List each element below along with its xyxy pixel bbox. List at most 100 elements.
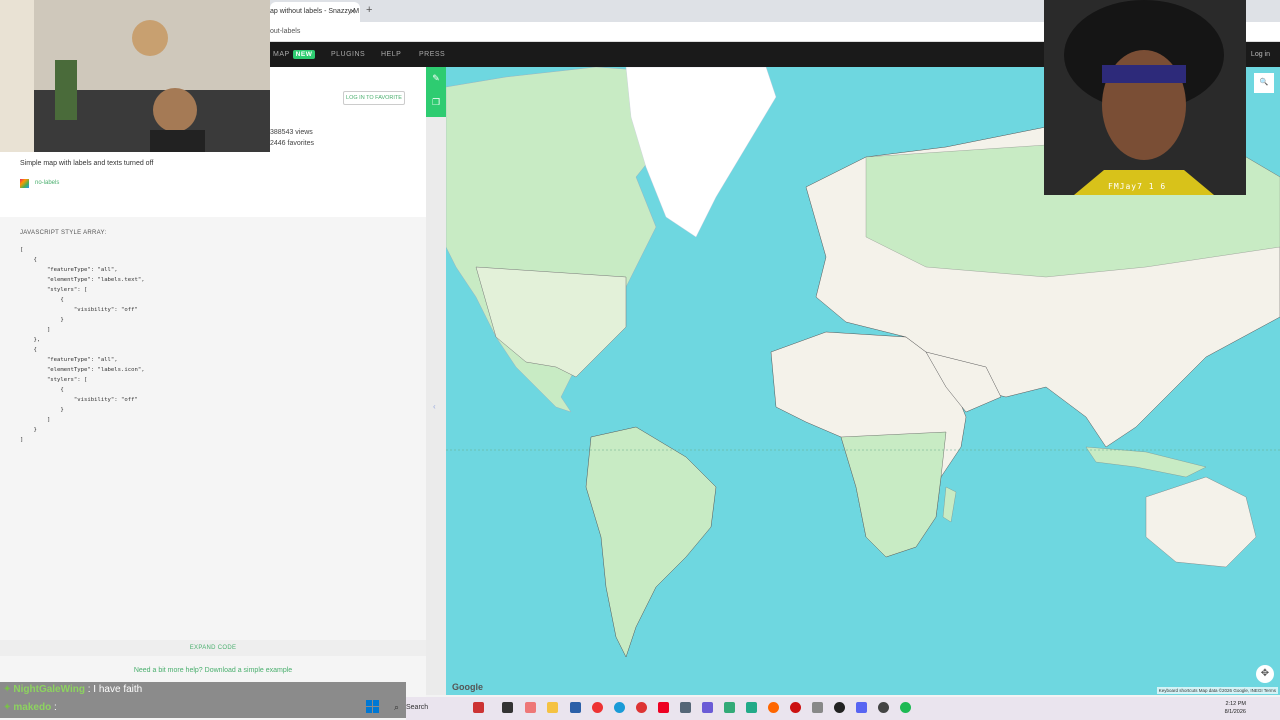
chat-username: makedo xyxy=(13,702,52,713)
avatar-image xyxy=(1044,0,1246,195)
youtube-icon[interactable] xyxy=(658,702,669,713)
panel-divider[interactable] xyxy=(426,117,446,695)
map-search-icon[interactable]: 🔍 xyxy=(1254,73,1274,93)
code-line: "elementType": "labels.text", xyxy=(20,277,145,283)
copy-icon[interactable]: ❐ xyxy=(431,97,441,107)
code-line: "visibility": "off" xyxy=(20,307,138,313)
webcam-image xyxy=(0,0,270,152)
new-badge: NEW xyxy=(292,50,316,59)
clock-date: 8/1/2026 xyxy=(1224,709,1246,715)
style-details-panel: LOG IN TO FAVORITE 388543 views 2446 fav… xyxy=(0,67,426,720)
app-icon[interactable] xyxy=(724,702,735,713)
app-icon[interactable] xyxy=(702,702,713,713)
help-link[interactable]: Need a bit more help? Download a simple … xyxy=(0,667,426,674)
map-attribution[interactable]: Keyboard shortcuts Map data ©2026 Google… xyxy=(1156,687,1278,694)
code-line: { xyxy=(20,257,37,263)
chat-message: ✦ NightGaleWing : I have faith xyxy=(3,684,142,695)
taskbar-clock[interactable]: 2:12 PM 8/1/2026 xyxy=(1225,700,1246,716)
code-line: "stylers": [ xyxy=(20,377,88,383)
code-line: }, xyxy=(20,337,41,343)
discord-icon[interactable] xyxy=(856,702,867,713)
stream-chat: ✦ NightGaleWing : I have faith ✦ makedo : xyxy=(0,682,406,718)
taskbar-search-label: Search xyxy=(406,704,429,711)
map-camera-control-icon[interactable]: ✥ xyxy=(1256,665,1274,683)
clock-time: 2:12 PM xyxy=(1225,701,1246,707)
browser-tab[interactable]: ap without labels - Snazzy M ✕ xyxy=(270,2,360,22)
app-icon[interactable] xyxy=(525,702,536,713)
collapse-arrow-icon[interactable]: ‹ xyxy=(433,402,436,411)
nav-item-help[interactable]: HELP xyxy=(381,51,401,58)
chat-text: : xyxy=(53,702,57,713)
url-text: out-labels xyxy=(270,28,301,35)
new-tab-button[interactable]: + xyxy=(366,4,372,16)
central-africa xyxy=(840,431,947,558)
app-icon[interactable] xyxy=(812,702,823,713)
google-logo: Google xyxy=(452,682,483,692)
app-icon[interactable] xyxy=(502,702,513,713)
edge-icon[interactable] xyxy=(614,702,625,713)
nav-item-map[interactable]: MAP NEW xyxy=(273,50,316,59)
chat-badge-icon: ✦ xyxy=(3,684,12,695)
australia xyxy=(1145,476,1257,568)
tab-title: ap without labels - Snazzy M xyxy=(270,8,360,15)
code-line: "stylers": [ xyxy=(20,287,88,293)
code-line: "elementType": "labels.icon", xyxy=(20,367,145,373)
chat-username: NightGaleWing xyxy=(13,684,85,695)
code-heading: JAVASCRIPT STYLE ARRAY: xyxy=(20,230,107,236)
close-tab-icon[interactable]: ✕ xyxy=(349,7,356,16)
avatar-name-label: FMJay7 1 6 xyxy=(1108,182,1167,191)
app-icon[interactable] xyxy=(746,702,757,713)
nav-item-plugins[interactable]: PLUGINS xyxy=(331,51,365,58)
app-icon[interactable] xyxy=(834,702,845,713)
indonesia xyxy=(1085,446,1207,478)
tool-bar: ✎ ❐ xyxy=(426,67,446,117)
webcam-feed xyxy=(0,0,270,152)
code-line: } xyxy=(20,407,64,413)
code-line: { xyxy=(20,347,37,353)
app-icon[interactable] xyxy=(570,702,581,713)
tag-link[interactable]: no-labels xyxy=(35,180,59,186)
code-line: "featureType": "all", xyxy=(20,357,118,363)
search-icon: ⌕ xyxy=(394,702,400,712)
chat-message: ✦ makedo : xyxy=(3,702,57,713)
firefox-icon[interactable] xyxy=(768,702,779,713)
opera-icon[interactable] xyxy=(592,702,603,713)
vtuber-avatar: FMJay7 1 6 xyxy=(1044,0,1246,195)
screen: ap without labels - Snazzy M ✕ + out-lab… xyxy=(0,0,1280,720)
spotify-icon[interactable] xyxy=(900,702,911,713)
file-explorer-icon[interactable] xyxy=(547,702,558,713)
login-link[interactable]: Log in xyxy=(1251,51,1270,58)
code-line: ] xyxy=(20,437,24,443)
app-icon[interactable] xyxy=(680,702,691,713)
style-description: Simple map with labels and texts turned … xyxy=(20,160,154,167)
code-line: "featureType": "all", xyxy=(20,267,118,273)
expand-code-button[interactable]: EXPAND CODE xyxy=(0,640,426,656)
code-line: "visibility": "off" xyxy=(20,397,138,403)
app-icon[interactable] xyxy=(473,702,484,713)
chat-text: : I have faith xyxy=(87,684,143,695)
chat-badge-icon: ✦ xyxy=(3,702,12,713)
code-line: ] xyxy=(20,327,51,333)
south-america xyxy=(585,426,717,658)
taskbar-search[interactable]: ⌕ Search xyxy=(388,700,458,716)
code-line: { xyxy=(20,297,64,303)
chrome-icon[interactable] xyxy=(636,702,647,713)
favorite-button[interactable]: LOG IN TO FAVORITE xyxy=(343,91,405,105)
code-line: } xyxy=(20,427,37,433)
pencil-icon[interactable]: ✎ xyxy=(431,73,441,83)
nav-item-press[interactable]: PRESS xyxy=(419,51,445,58)
code-block: [ { "featureType": "all", "elementType":… xyxy=(20,247,400,447)
windows-start-icon[interactable] xyxy=(366,700,380,714)
code-line: } xyxy=(20,317,64,323)
code-line: [ xyxy=(20,247,24,253)
usa xyxy=(475,266,627,378)
tag-icon xyxy=(20,179,29,188)
favorites-count: 2446 favorites xyxy=(270,140,314,147)
code-line: { xyxy=(20,387,64,393)
nav-map-label: MAP xyxy=(273,51,290,58)
views-count: 388543 views xyxy=(270,129,313,136)
code-line: ] xyxy=(20,417,51,423)
madagascar xyxy=(942,486,957,523)
obs-icon[interactable] xyxy=(878,702,889,713)
app-icon[interactable] xyxy=(790,702,801,713)
